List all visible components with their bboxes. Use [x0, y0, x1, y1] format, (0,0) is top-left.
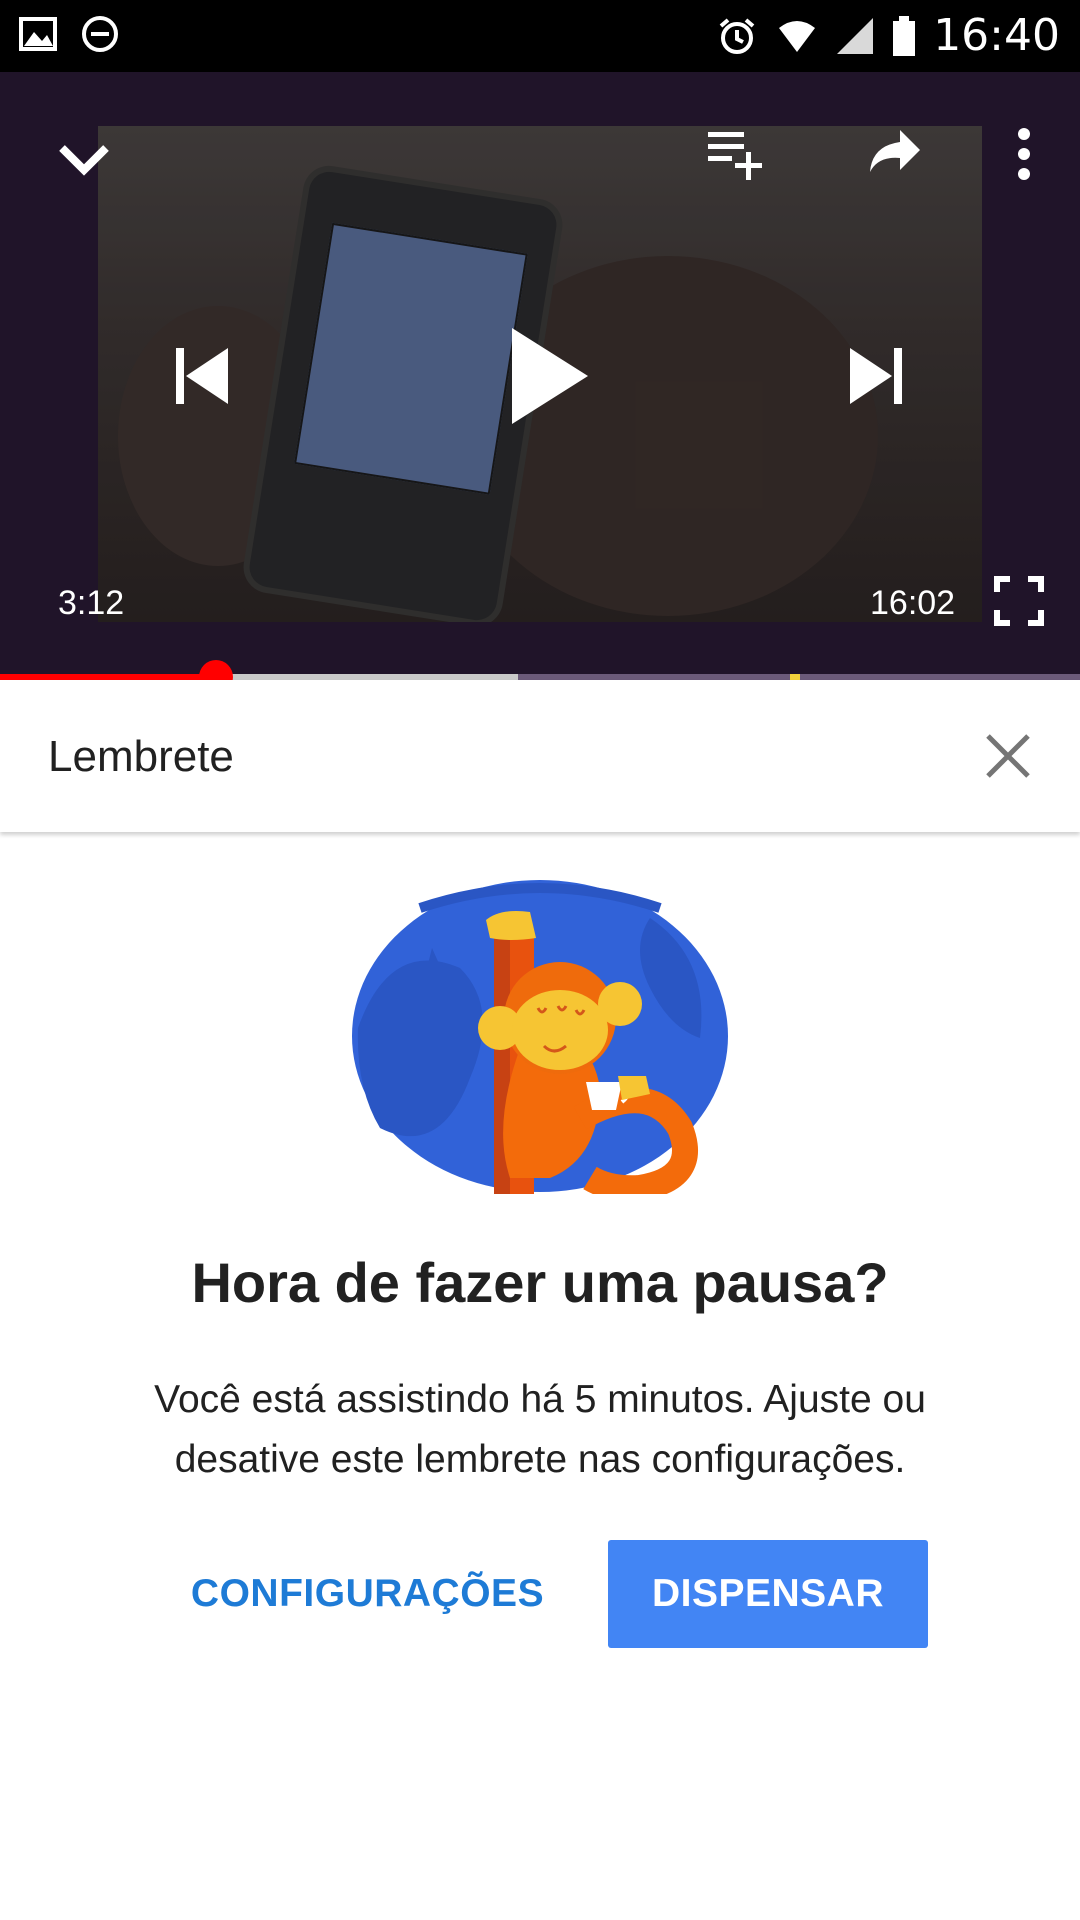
- status-time: 16:40: [933, 10, 1060, 61]
- skip-previous-icon[interactable]: [172, 344, 232, 408]
- battery-icon: [893, 16, 916, 56]
- fullscreen-icon[interactable]: [994, 576, 1044, 626]
- close-icon[interactable]: [976, 724, 1040, 788]
- current-time: 3:12: [58, 584, 125, 622]
- video-player[interactable]: 3:12 16:02: [0, 72, 1080, 680]
- duration: 16:02: [870, 584, 956, 622]
- play-icon[interactable]: [508, 324, 592, 428]
- alarm-icon: [719, 18, 755, 54]
- more-vert-icon[interactable]: [1008, 124, 1040, 188]
- wifi-icon: [779, 21, 816, 52]
- chevron-down-icon[interactable]: [54, 130, 114, 190]
- break-reminder-illustration: [352, 880, 728, 1194]
- dismiss-button[interactable]: DISPENSAR: [608, 1540, 928, 1648]
- status-bar: 16:40: [0, 0, 1080, 72]
- image-icon: [19, 17, 57, 51]
- add-to-playlist-icon[interactable]: [704, 124, 768, 188]
- signal-icon: [837, 18, 874, 54]
- reminder-headline: Hora de fazer uma pausa?: [191, 1251, 889, 1314]
- status-left-icons: [18, 14, 120, 54]
- share-icon[interactable]: [864, 124, 924, 184]
- status-right: 16:40: [715, 10, 1060, 62]
- reminder-header: Lembrete: [0, 680, 1080, 832]
- reminder-body: Você está assistindo há 5 minutos. Ajust…: [154, 1378, 926, 1481]
- reminder-title: Lembrete: [48, 732, 234, 781]
- skip-next-icon[interactable]: [846, 344, 906, 408]
- do-not-disturb-icon: [82, 16, 118, 52]
- settings-button[interactable]: CONFIGURAÇÕES: [180, 1540, 555, 1648]
